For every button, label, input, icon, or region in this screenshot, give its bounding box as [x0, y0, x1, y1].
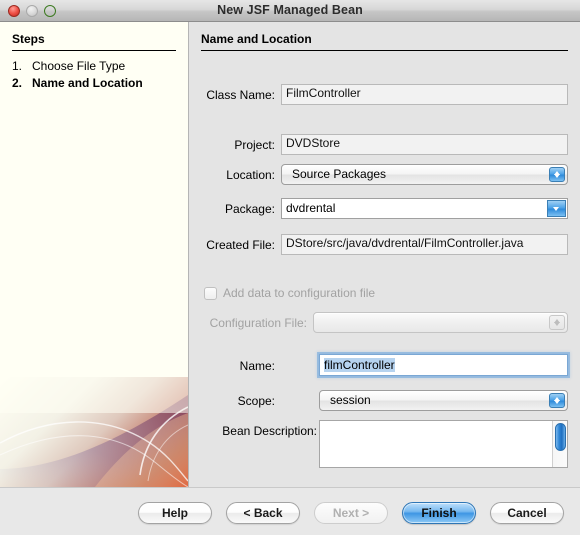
steps-divider: [12, 50, 176, 51]
dropdown-arrow-icon[interactable]: [547, 200, 566, 217]
step-label: Name and Location: [32, 76, 143, 90]
back-button[interactable]: < Back: [226, 502, 300, 524]
steps-heading: Steps: [12, 32, 45, 46]
bean-description-scrollbar[interactable]: [552, 421, 567, 467]
chevron-down-icon: [553, 322, 560, 326]
package-value: dvdrental: [286, 201, 336, 215]
project-input[interactable]: DVDStore: [281, 134, 568, 155]
content-panel: Name and Location Class Name: FilmContro…: [189, 22, 580, 487]
decorative-swirl-graphic: [0, 377, 188, 487]
location-label: Location:: [226, 168, 275, 182]
bean-description-label: Bean Description:: [222, 424, 317, 438]
finish-button[interactable]: Finish: [402, 502, 476, 524]
add-data-to-config-label: Add data to configuration file: [223, 286, 376, 300]
add-data-to-config-checkbox: [204, 287, 217, 300]
package-label: Package:: [224, 202, 275, 216]
section-divider: [201, 50, 568, 51]
chevron-down-icon: [553, 206, 559, 211]
steps-panel: Steps 1. Choose File Type 2. Name and Lo…: [0, 22, 189, 487]
steps-list: 1. Choose File Type 2. Name and Location: [12, 58, 182, 92]
scope-value: session: [330, 393, 371, 407]
name-input[interactable]: filmController: [319, 354, 568, 376]
class-name-input[interactable]: FilmController: [281, 84, 568, 105]
scrollbar-thumb[interactable]: [555, 423, 566, 451]
popup-arrows-icon: [549, 393, 565, 408]
created-file-label: Created File:: [206, 238, 275, 252]
location-value: Source Packages: [292, 167, 387, 181]
dialog-window: New JSF Managed Bean Steps 1. Choose Fil…: [0, 0, 580, 535]
chevron-down-icon: [553, 174, 560, 178]
package-combobox[interactable]: dvdrental: [281, 198, 568, 219]
section-heading: Name and Location: [201, 32, 312, 46]
bean-description-textarea[interactable]: [319, 420, 568, 468]
window-title: New JSF Managed Bean: [217, 3, 363, 17]
name-label: Name:: [239, 359, 275, 373]
configuration-file-label: Configuration File:: [209, 316, 307, 330]
scope-popup[interactable]: session: [319, 390, 568, 411]
chevron-down-icon: [553, 400, 560, 404]
dialog-button-bar: Help < Back Next > Finish Cancel: [0, 487, 580, 535]
step-number: 1.: [12, 59, 23, 73]
project-label: Project:: [234, 138, 275, 152]
title-bar: New JSF Managed Bean: [0, 0, 580, 22]
step-number: 2.: [12, 76, 23, 90]
step-label: Choose File Type: [32, 59, 126, 73]
location-popup[interactable]: Source Packages: [281, 164, 568, 185]
created-file-input: DStore/src/java/dvdrental/FilmController…: [281, 234, 568, 255]
scope-label: Scope:: [237, 394, 275, 408]
step-item-1: 1. Choose File Type: [12, 58, 182, 75]
next-button: Next >: [314, 502, 388, 524]
step-item-2: 2. Name and Location: [12, 75, 182, 92]
popup-arrows-icon: [549, 315, 565, 330]
cancel-button[interactable]: Cancel: [490, 502, 564, 524]
configuration-file-popup: [313, 312, 568, 333]
class-name-label: Class Name:: [206, 88, 275, 102]
popup-arrows-icon: [549, 167, 565, 182]
name-input-value: filmController: [324, 358, 395, 372]
help-button[interactable]: Help: [138, 502, 212, 524]
